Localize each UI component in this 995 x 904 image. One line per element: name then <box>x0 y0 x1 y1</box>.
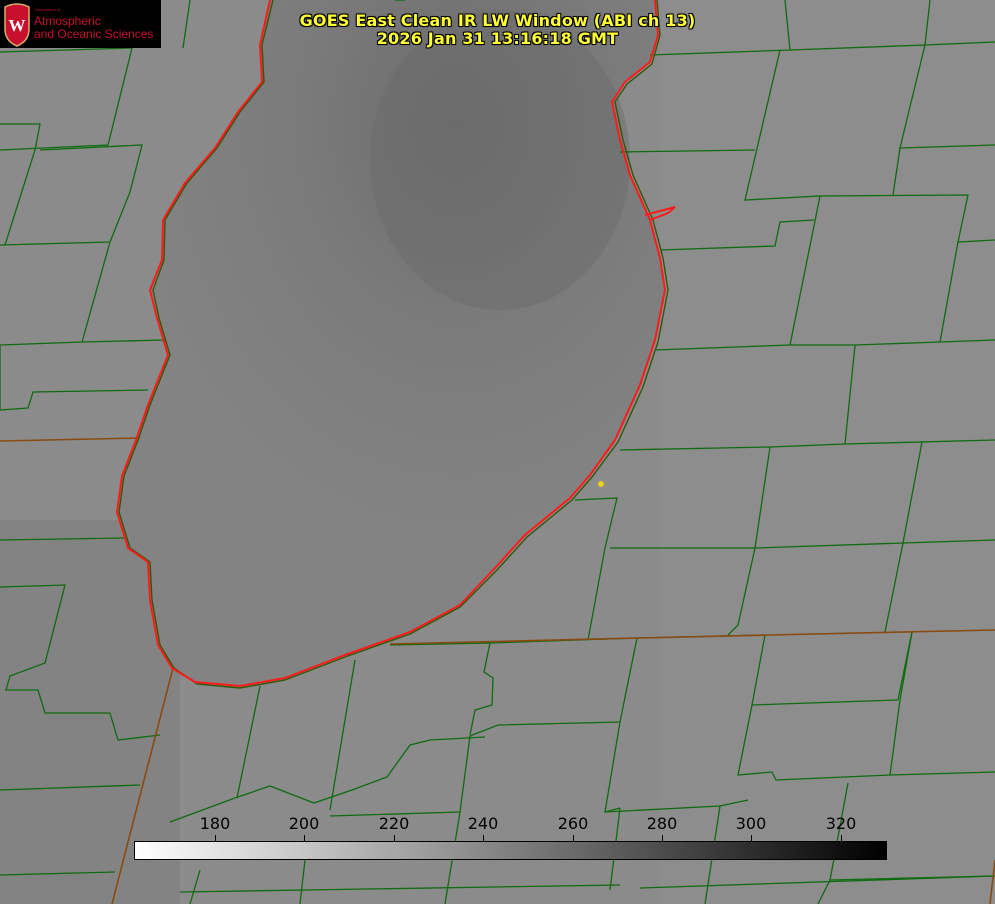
lake-dark-cloud <box>370 10 630 310</box>
temperature-colorbar <box>134 841 887 860</box>
aos-logo: W Department of Atmospheric and Oceanic … <box>0 0 161 48</box>
satellite-map <box>0 0 995 904</box>
city-marker <box>598 481 604 487</box>
logo-department: Department of <box>35 7 61 12</box>
crest-letter: W <box>9 16 26 35</box>
colorbar-tick <box>215 835 216 841</box>
colorbar-tick <box>751 835 752 841</box>
uw-crest-icon: W <box>4 3 30 47</box>
colorbar-tick-label: 320 <box>825 814 857 833</box>
colorbar-tick-label: 280 <box>646 814 678 833</box>
colorbar-tick-label: 220 <box>378 814 410 833</box>
land-shade-east <box>660 0 995 904</box>
colorbar-tick <box>483 835 484 841</box>
colorbar-tick <box>841 835 842 841</box>
colorbar-tick-label: 300 <box>735 814 767 833</box>
colorbar-tick <box>304 835 305 841</box>
logo-line-2: and Oceanic Sciences <box>34 27 154 41</box>
colorbar-tick <box>394 835 395 841</box>
colorbar-tick <box>662 835 663 841</box>
colorbar-tick <box>573 835 574 841</box>
logo-line-1: Atmospheric <box>34 14 101 28</box>
colorbar-tick-label: 180 <box>199 814 231 833</box>
colorbar-tick-label: 260 <box>557 814 589 833</box>
colorbar-tick-label: 240 <box>467 814 499 833</box>
satellite-image-frame: GOES East Clean IR LW Window (ABI ch 13)… <box>0 0 995 904</box>
colorbar-tick-label: 200 <box>288 814 320 833</box>
